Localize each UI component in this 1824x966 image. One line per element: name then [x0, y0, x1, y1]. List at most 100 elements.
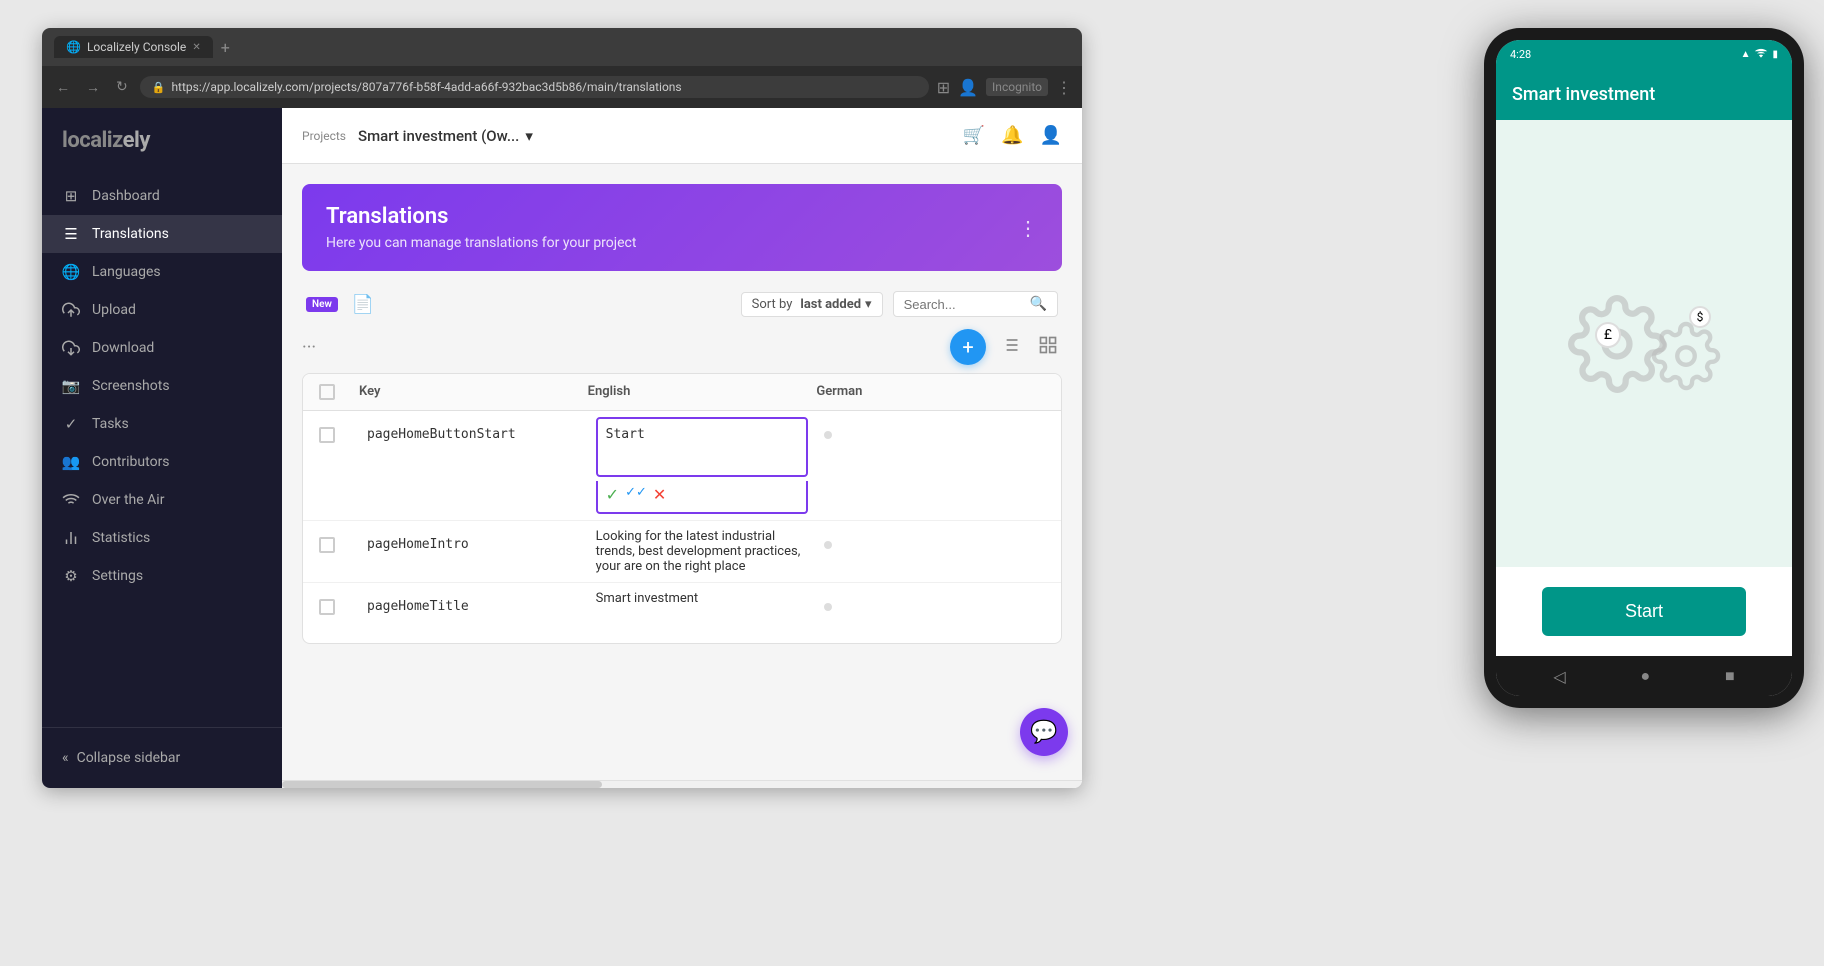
- grid-view-button[interactable]: [1034, 331, 1062, 364]
- row-checkbox[interactable]: [319, 411, 359, 459]
- translations-icon: ☰: [62, 225, 80, 243]
- sidebar-item-contributors[interactable]: 👥 Contributors: [42, 443, 282, 481]
- row-checkbox[interactable]: [319, 521, 359, 569]
- lock-icon: 🔒: [152, 81, 166, 94]
- sidebar: localizely ⊞ Dashboard ☰ Translations 🌐 …: [42, 108, 282, 788]
- gear-animation: £ $: [1567, 294, 1721, 394]
- dropdown-icon: ▾: [525, 127, 533, 145]
- row-checkbox[interactable]: [319, 583, 359, 631]
- action-row: ··· +: [302, 329, 1062, 365]
- project-selector[interactable]: Smart investment (Ow... ▾: [358, 127, 533, 145]
- back-button[interactable]: ←: [52, 77, 74, 98]
- collapse-sidebar-button[interactable]: « Collapse sidebar: [42, 740, 282, 776]
- sidebar-item-dashboard[interactable]: ⊞ Dashboard: [42, 177, 282, 215]
- currency-badge-2: $: [1689, 306, 1711, 328]
- signal-icon: ▲: [1741, 49, 1751, 60]
- row-key: pageHomeTitle: [359, 583, 588, 630]
- file-icon: 📄: [352, 294, 374, 315]
- banner-menu-button[interactable]: ⋮: [1018, 216, 1038, 240]
- row-key: pageHomeButtonStart: [359, 411, 588, 458]
- sidebar-item-tasks[interactable]: ✓ Tasks: [42, 405, 282, 443]
- horizontal-scrollbar[interactable]: [282, 780, 1082, 788]
- reload-button[interactable]: ↻: [112, 77, 132, 97]
- auto-translate-button[interactable]: ✓✓: [625, 485, 647, 504]
- phone-home-button[interactable]: ●: [1640, 666, 1650, 686]
- sidebar-logo: localizely: [42, 108, 282, 169]
- sort-value: last added: [800, 297, 861, 312]
- sidebar-item-settings[interactable]: ⚙ Settings: [42, 557, 282, 595]
- row-key: pageHomeIntro: [359, 521, 588, 568]
- extensions-icon[interactable]: ⊞: [937, 78, 950, 97]
- search-input[interactable]: [904, 297, 1024, 312]
- user-icon[interactable]: 👤: [1040, 125, 1062, 146]
- phone-start-button[interactable]: Start: [1542, 587, 1747, 636]
- sidebar-item-screenshots[interactable]: 📷 Screenshots: [42, 367, 282, 405]
- add-translation-button[interactable]: +: [950, 329, 986, 365]
- scroll-thumb[interactable]: [282, 781, 602, 788]
- phone-back-button[interactable]: ◁: [1553, 667, 1565, 686]
- languages-icon: 🌐: [62, 263, 80, 281]
- logo-accent: ely: [123, 128, 150, 153]
- sidebar-nav: ⊞ Dashboard ☰ Translations 🌐 Languages: [42, 169, 282, 727]
- phone-status-icons: ▲ ▮: [1741, 46, 1778, 63]
- chat-button[interactable]: 💬: [1020, 708, 1068, 756]
- sidebar-item-languages[interactable]: 🌐 Languages: [42, 253, 282, 291]
- row-german: [816, 411, 1045, 455]
- sidebar-item-statistics[interactable]: Statistics: [42, 519, 282, 557]
- project-name: Smart investment (Ow...: [358, 127, 519, 145]
- top-bar-icons: 🛒 🔔 👤: [963, 125, 1062, 146]
- sort-arrow: ▾: [865, 297, 872, 312]
- more-options-button[interactable]: ···: [302, 337, 316, 358]
- sidebar-item-label: Over the Air: [92, 492, 164, 508]
- phone-app-bar: Smart investment: [1496, 68, 1792, 120]
- browser-window: 🌐 Localizely Console ✕ + ← → ↻ 🔒 https:/…: [42, 28, 1082, 788]
- screenshots-icon: 📷: [62, 377, 80, 395]
- browser-toolbar: ← → ↻ 🔒 https://app.localizely.com/proje…: [42, 66, 1082, 108]
- banner-subtitle: Here you can manage translations for you…: [326, 235, 636, 251]
- collapse-icon: «: [62, 750, 69, 766]
- browser-toolbar-icons: ⊞ 👤 Incognito ⋮: [937, 78, 1072, 97]
- edit-textarea[interactable]: Start: [596, 417, 809, 477]
- gear-icon-small: [1651, 321, 1721, 391]
- discard-edit-button[interactable]: ✕: [653, 485, 666, 504]
- sidebar-item-upload[interactable]: Upload: [42, 291, 282, 329]
- search-box[interactable]: 🔍: [893, 291, 1058, 317]
- sidebar-item-translations[interactable]: ☰ Translations: [42, 215, 282, 253]
- more-options-icon[interactable]: ⋮: [1056, 78, 1072, 97]
- sidebar-item-over-the-air[interactable]: Over the Air: [42, 481, 282, 519]
- row-english[interactable]: Looking for the latest industrial trends…: [588, 521, 817, 582]
- cart-icon[interactable]: 🛒: [963, 125, 985, 146]
- wifi-icon: [1754, 46, 1768, 63]
- incognito-badge: Incognito: [986, 78, 1048, 96]
- battery-icon: ▮: [1772, 49, 1778, 60]
- phone-content: £ $: [1496, 120, 1792, 567]
- bell-icon[interactable]: 🔔: [1001, 125, 1023, 146]
- profile-icon[interactable]: 👤: [958, 78, 978, 97]
- header-german: German: [816, 384, 1045, 400]
- new-badge: New: [306, 297, 338, 312]
- table-row: pageHomeIntro Looking for the latest ind…: [303, 521, 1061, 583]
- sidebar-item-download[interactable]: Download: [42, 329, 282, 367]
- banner-title: Translations: [326, 204, 636, 229]
- tab-label: Localizely Console: [87, 40, 186, 54]
- confirm-edit-button[interactable]: ✓: [606, 485, 619, 504]
- phone-recent-button[interactable]: ■: [1725, 666, 1735, 686]
- header-checkbox[interactable]: [319, 384, 359, 400]
- phone-mockup: 4:28 ▲ ▮ Smart investment: [1484, 28, 1804, 728]
- filter-button[interactable]: [996, 331, 1024, 364]
- sidebar-item-label: Translations: [92, 226, 169, 242]
- row-english-editing[interactable]: Start ✓ ✓✓ ✕: [588, 411, 817, 520]
- table-row: pageHomeButtonStart Start ✓ ✓✓ ✕: [303, 411, 1061, 521]
- browser-tab[interactable]: 🌐 Localizely Console ✕: [54, 36, 213, 58]
- logo-text: localiz: [62, 128, 123, 153]
- row-english[interactable]: Smart investment: [588, 583, 817, 614]
- phone-app-title: Smart investment: [1512, 84, 1655, 105]
- address-bar[interactable]: 🔒 https://app.localizely.com/projects/80…: [140, 76, 929, 98]
- collapse-label: Collapse sidebar: [77, 750, 181, 766]
- forward-button[interactable]: →: [82, 77, 104, 98]
- tab-close-button[interactable]: ✕: [192, 42, 200, 53]
- sort-dropdown[interactable]: Sort by last added ▾: [741, 292, 883, 317]
- sidebar-item-label: Dashboard: [92, 188, 160, 204]
- new-tab-button[interactable]: +: [221, 38, 230, 57]
- search-icon: 🔍: [1030, 296, 1047, 312]
